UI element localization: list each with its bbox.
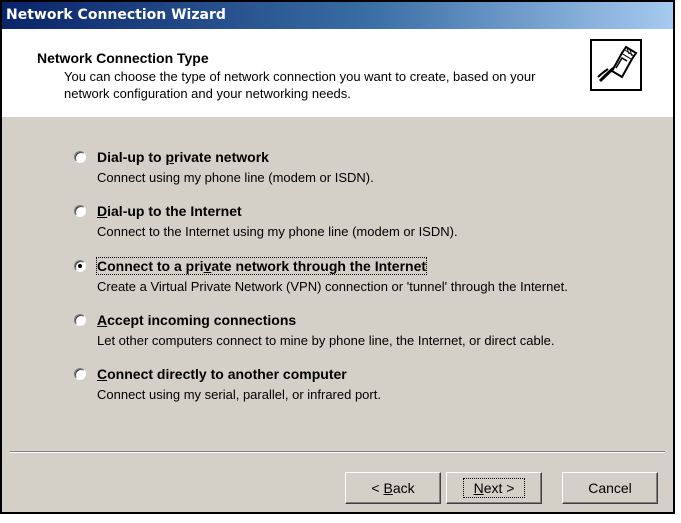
title-bar[interactable]: Network Connection Wizard <box>2 2 673 29</box>
wizard-window: Network Connection Wizard Network Connec… <box>0 0 675 514</box>
wizard-header: Network Connection Type You can choose t… <box>2 29 673 117</box>
option-description: Connect using my phone line (modem or IS… <box>97 170 374 185</box>
option-description: Create a Virtual Private Network (VPN) c… <box>97 279 568 294</box>
radio-selected-dot <box>78 264 82 268</box>
option-label: Dial-up to private network <box>97 149 269 165</box>
header-divider <box>2 116 673 117</box>
option-label: Accept incoming connections <box>97 312 297 328</box>
option-description: Let other computers connect to mine by p… <box>97 333 555 348</box>
header-subtitle: You can choose the type of network conne… <box>64 69 536 101</box>
option-label: Connect to a private network through the… <box>95 257 428 275</box>
next-button-label: Next > <box>462 478 526 498</box>
radio-dialup-internet[interactable] <box>74 205 86 217</box>
radio-direct-connect[interactable] <box>74 368 86 380</box>
radio-accept-incoming[interactable] <box>74 314 86 326</box>
back-button[interactable]: < Back <box>345 472 441 504</box>
cancel-button-label: Cancel <box>588 480 632 496</box>
option-description: Connect to the Internet using my phone l… <box>97 224 458 239</box>
next-button[interactable]: Next > <box>446 472 542 504</box>
network-cable-icon <box>590 39 642 91</box>
radio-vpn[interactable] <box>74 260 86 272</box>
back-button-label: < Back <box>371 480 415 496</box>
option-label: Connect directly to another computer <box>97 366 347 382</box>
cancel-button[interactable]: Cancel <box>562 472 658 504</box>
footer-divider <box>10 451 665 453</box>
header-title: Network Connection Type <box>37 50 209 66</box>
option-description: Connect using my serial, parallel, or in… <box>97 387 381 402</box>
option-label: Dial-up to the Internet <box>97 203 242 219</box>
window-title: Network Connection Wizard <box>6 7 226 23</box>
radio-dialup-private[interactable] <box>74 151 86 163</box>
